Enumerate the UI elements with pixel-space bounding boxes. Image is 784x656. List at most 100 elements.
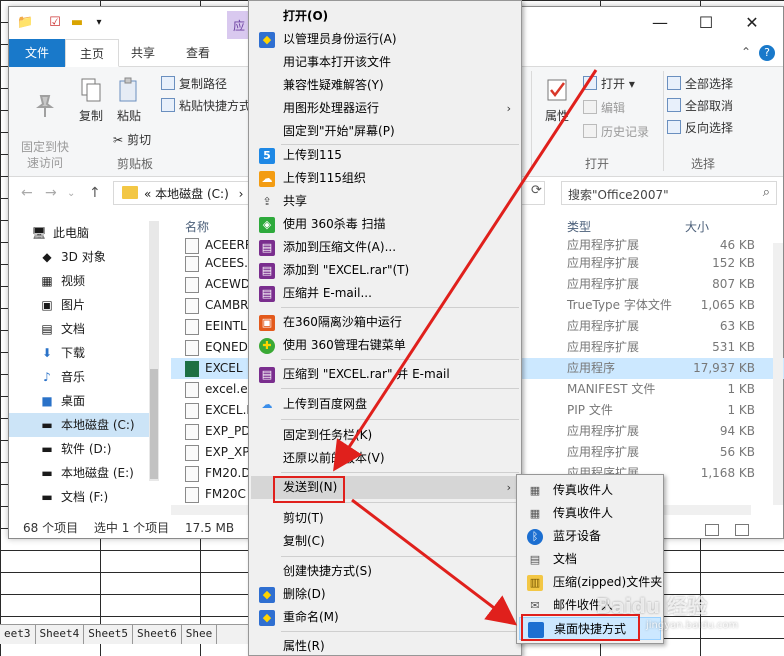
file-name: EEINTL — [205, 319, 247, 333]
menu-item-compress-rar-email[interactable]: ▤ 压缩到 "EXCEL.rar" 并 E-mail — [251, 363, 519, 386]
select-none-button[interactable]: 全部取消 — [667, 97, 733, 114]
details-view-icon[interactable] — [705, 524, 719, 536]
refresh-icon[interactable]: ⟳ — [531, 183, 542, 198]
edit-label: 编辑 — [601, 101, 626, 115]
nav-item-drive-c[interactable]: ▬ 本地磁盘 (C:) — [9, 413, 159, 437]
menu-item-create-shortcut[interactable]: 创建快捷方式(S) — [251, 560, 519, 583]
cut-label: 剪切 — [127, 133, 152, 147]
nav-item-downloads[interactable]: ⬇ 下载 — [9, 341, 159, 365]
selected-size: 17.5 MB — [185, 521, 235, 535]
forward-arrow-icon[interactable]: → — [45, 185, 57, 201]
menu-item-compatibility[interactable]: 兼容性疑难解答(Y) — [251, 74, 519, 97]
send-to-fax-recipient-2[interactable]: ▦ 传真收件人 — [519, 502, 661, 525]
properties-button[interactable]: 属性 — [537, 77, 577, 124]
send-to-fax-recipient[interactable]: ▦ 传真收件人 — [519, 479, 661, 502]
recent-locations-icon[interactable]: ⌄ — [67, 188, 75, 199]
tab-share[interactable]: 共享 — [121, 39, 165, 67]
paste-button[interactable]: 粘贴 — [109, 77, 149, 124]
nav-scrollbar[interactable] — [149, 221, 159, 481]
history-icon — [583, 124, 597, 138]
file-size: 531 KB — [712, 340, 755, 354]
menu-item-pin-to-start[interactable]: 固定到"开始"屏幕(P) — [251, 120, 519, 143]
nav-item-pictures[interactable]: ▣ 图片 — [9, 293, 159, 317]
select-group-label: 选择 — [691, 157, 716, 171]
menu-item-label: 兼容性疑难解答(Y) — [283, 78, 384, 92]
minimize-button[interactable]: — — [637, 7, 683, 39]
history-button[interactable]: 历史记录 — [583, 123, 649, 140]
menu-item-delete[interactable]: ◆ 删除(D) — [251, 583, 519, 606]
menu-item-pin-to-taskbar[interactable]: 固定到任务栏(K) — [251, 424, 519, 447]
menu-item-open[interactable]: 打开(O) — [251, 5, 519, 28]
close-button[interactable]: ✕ — [729, 7, 775, 39]
tab-file[interactable]: 文件 — [9, 39, 65, 67]
menu-item-upload-baidu[interactable]: ☁ 上传到百度网盘 — [251, 393, 519, 416]
menu-item-label: 上传到115 — [283, 148, 342, 162]
help-icon[interactable]: ? — [759, 45, 775, 61]
nav-scrollbar-thumb[interactable] — [150, 369, 158, 479]
edit-button[interactable]: 编辑 — [583, 99, 625, 116]
menu-item-label: 剪切(T) — [283, 511, 324, 525]
menu-item-cut[interactable]: 剪切(T) — [251, 507, 519, 530]
sheet-tab[interactable]: eet3 — [0, 625, 36, 644]
pin-quick-access-button[interactable]: 固定到快 速访问 — [15, 77, 75, 171]
tab-home[interactable]: 主页 — [65, 39, 119, 67]
menu-item-360-sandbox[interactable]: ▣ 在360隔离沙箱中运行 — [251, 311, 519, 334]
new-folder-icon[interactable]: ▬ — [69, 15, 85, 31]
invert-selection-button[interactable]: 反向选择 — [667, 119, 733, 136]
folder-icon — [122, 186, 138, 199]
file-size: 56 KB — [719, 445, 755, 459]
menu-item-run-with-gpu[interactable]: 用图形处理器运行 › — [251, 97, 519, 120]
collapse-ribbon-icon[interactable]: ⌃ — [741, 45, 751, 59]
menu-item-properties[interactable]: 属性(R) — [251, 635, 519, 656]
menu-item-copy[interactable]: 复制(C) — [251, 530, 519, 553]
up-arrow-icon[interactable]: ↑ — [89, 185, 101, 201]
sheet-tab[interactable]: Sheet6 — [133, 625, 182, 644]
select-none-icon — [667, 98, 681, 112]
nav-item-drive-f[interactable]: ▬ 文档 (F:) — [9, 485, 159, 509]
menu-item-360-menu-manager[interactable]: ✚ 使用 360管理右键菜单 — [251, 334, 519, 357]
360-antivirus-icon: ◈ — [259, 217, 275, 233]
menu-item-open-with-notepad[interactable]: 用记事本打开该文件 — [251, 51, 519, 74]
menu-item-upload-115[interactable]: 5 上传到115 — [251, 144, 519, 167]
sheet-tab[interactable]: Shee — [182, 625, 218, 644]
send-to-bluetooth[interactable]: ᛒ 蓝牙设备 — [519, 525, 661, 548]
send-to-documents[interactable]: ▤ 文档 — [519, 548, 661, 571]
cut-button[interactable]: ✂ 剪切 — [113, 131, 151, 148]
sheet-tab[interactable]: Sheet5 — [84, 625, 133, 644]
tab-view[interactable]: 查看 — [175, 39, 221, 67]
nav-item-desktop[interactable]: ■ 桌面 — [9, 389, 159, 413]
large-icons-view-icon[interactable] — [735, 524, 749, 536]
menu-item-add-to-archive[interactable]: ▤ 添加到压缩文件(A)... — [251, 236, 519, 259]
menu-item-restore-versions[interactable]: 还原以前的版本(V) — [251, 447, 519, 470]
nav-item-music[interactable]: ♪ 音乐 — [9, 365, 159, 389]
shield-icon: ◆ — [259, 610, 275, 626]
menu-item-upload-115-org[interactable]: ☁ 上传到115组织 — [251, 167, 519, 190]
properties-check-icon[interactable]: ☑ — [47, 15, 63, 31]
nav-item-drive-e[interactable]: ▬ 本地磁盘 (E:) — [9, 461, 159, 485]
nav-item-this-pc[interactable]: 🖥 此电脑 — [9, 221, 159, 245]
menu-item-compress-email[interactable]: ▤ 压缩并 E-mail... — [251, 282, 519, 305]
menu-item-run-as-admin[interactable]: ◆ 以管理员身份运行(A) — [251, 28, 519, 51]
menu-item-add-to-excel-rar[interactable]: ▤ 添加到 "EXCEL.rar"(T) — [251, 259, 519, 282]
nav-item-videos[interactable]: ▦ 视频 — [9, 269, 159, 293]
sheet-tab[interactable]: Sheet4 — [36, 625, 85, 644]
menu-item-share[interactable]: ⇪ 共享 — [251, 190, 519, 213]
nav-item-3d-objects[interactable]: ◆ 3D 对象 — [9, 245, 159, 269]
nav-item-documents[interactable]: ▤ 文档 — [9, 317, 159, 341]
select-all-button[interactable]: 全部选择 — [667, 75, 733, 92]
nav-item-drive-d[interactable]: ▬ 软件 (D:) — [9, 437, 159, 461]
menu-item-rename[interactable]: ◆ 重命名(M) — [251, 606, 519, 629]
back-arrow-icon[interactable]: ← — [21, 185, 33, 201]
search-input[interactable]: 搜索"Office2007" ⌕ — [561, 181, 777, 205]
menu-item-360-scan[interactable]: ◈ 使用 360杀毒 扫描 — [251, 213, 519, 236]
maximize-button[interactable]: ☐ — [683, 7, 729, 39]
folder-icon[interactable]: 📁 — [17, 15, 33, 31]
copy-path-button[interactable]: 复制路径 — [161, 75, 227, 92]
customize-quick-access-icon[interactable]: ▾ — [91, 15, 107, 31]
file-list-scrollbar[interactable] — [773, 243, 783, 505]
copy-button[interactable]: 复制 — [71, 77, 111, 124]
paste-shortcut-button[interactable]: 粘贴快捷方式 — [161, 97, 251, 114]
menu-item-label: 打开(O) — [283, 9, 329, 23]
open-button[interactable]: 打开 ▾ — [583, 75, 635, 92]
menu-item-label: 上传到百度网盘 — [283, 397, 368, 411]
